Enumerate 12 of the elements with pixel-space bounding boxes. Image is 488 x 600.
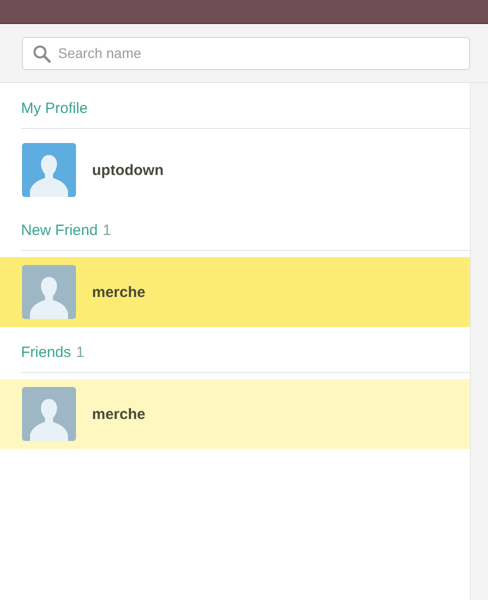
contact-name: uptodown <box>92 162 164 178</box>
section-title: New Friend <box>21 222 98 241</box>
section-title: My Profile <box>21 100 88 119</box>
section-count: 1 <box>76 344 84 363</box>
section-title: Friends <box>21 344 72 363</box>
search-field[interactable]: Search name <box>22 36 470 70</box>
contact-name: merche <box>92 284 146 300</box>
contact-name: merche <box>92 406 146 422</box>
section-count: 1 <box>102 222 112 241</box>
search-icon <box>33 44 51 62</box>
contact-row[interactable]: merche <box>0 379 470 449</box>
contact-row[interactable]: merche <box>0 257 470 327</box>
